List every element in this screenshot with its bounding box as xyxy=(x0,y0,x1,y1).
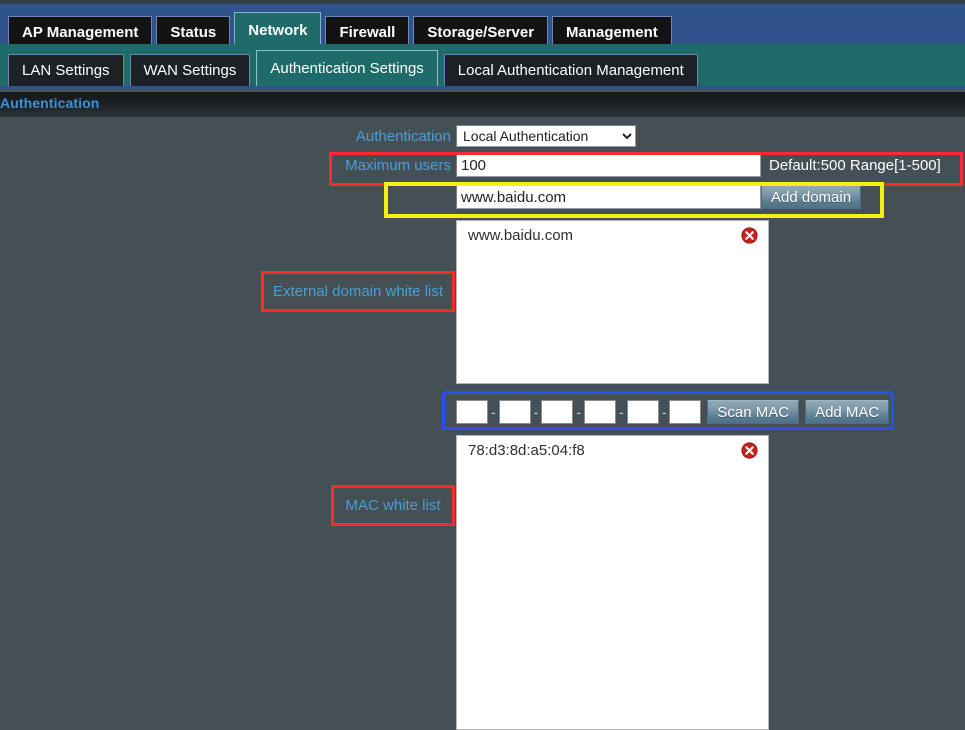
list-item[interactable]: www.baidu.com xyxy=(457,221,768,250)
mac-separator: - xyxy=(619,404,624,420)
scan-mac-button[interactable]: Scan MAC xyxy=(707,400,800,424)
external-domain-white-list-panel: www.baidu.com xyxy=(456,220,769,384)
mac-octet-3[interactable] xyxy=(541,400,574,424)
delete-circle-icon[interactable] xyxy=(741,227,758,244)
authentication-mode-label: Authentication xyxy=(355,127,451,145)
mac-octet-2[interactable] xyxy=(498,400,531,424)
add-mac-button[interactable]: Add MAC xyxy=(805,400,890,424)
add-domain-row: Add domain xyxy=(456,185,862,209)
primary-nav-bar: AP Management Status Network Firewall St… xyxy=(0,0,965,48)
subtab-local-authentication-management[interactable]: Local Authentication Management xyxy=(443,54,698,86)
mac-octet-4[interactable] xyxy=(584,400,617,424)
form-body: Authentication Local Authentication Maxi… xyxy=(0,117,965,730)
maximum-users-hint: Default:500 Range[1-500] xyxy=(769,156,941,174)
authentication-settings-page: AP Management Status Network Firewall St… xyxy=(0,0,965,730)
mac-separator: - xyxy=(491,404,496,420)
add-domain-button[interactable]: Add domain xyxy=(761,185,862,209)
authentication-mode-select[interactable]: Local Authentication xyxy=(456,125,636,147)
page-title-bar: Authentication xyxy=(0,92,965,117)
secondary-nav-bar: LAN Settings WAN Settings Authentication… xyxy=(0,44,965,89)
maximum-users-label: Maximum users xyxy=(345,156,451,174)
mac-separator: - xyxy=(576,404,582,420)
add-mac-row: - - - - - Scan MAC Add MAC xyxy=(456,400,890,424)
annotation-label-external-domain-white-list: External domain white list xyxy=(261,271,455,312)
delete-circle-icon[interactable] xyxy=(741,442,758,459)
mac-octet-6[interactable] xyxy=(669,400,702,424)
mac-separator: - xyxy=(533,404,539,420)
mac-white-list-panel: 78:d3:8d:a5:04:f8 xyxy=(456,435,769,730)
mac-octet-1[interactable] xyxy=(456,400,488,424)
page-title: Authentication xyxy=(0,95,100,111)
maximum-users-row: Maximum users Default:500 Range[1-500] xyxy=(340,153,941,177)
tab-network[interactable]: Network xyxy=(234,12,322,48)
authentication-mode-row: Authentication Local Authentication xyxy=(351,125,636,147)
list-item[interactable]: 78:d3:8d:a5:04:f8 xyxy=(457,436,768,465)
subtab-wan-settings[interactable]: WAN Settings xyxy=(129,54,251,86)
subtab-lan-settings[interactable]: LAN Settings xyxy=(8,54,124,86)
mac-octet-5[interactable] xyxy=(626,400,659,424)
subtab-authentication-settings[interactable]: Authentication Settings xyxy=(256,50,438,86)
mac-separator: - xyxy=(661,404,667,420)
domain-white-list-value: www.baidu.com xyxy=(468,227,574,244)
annotation-label-mac-white-list: MAC white list xyxy=(331,485,455,526)
mac-white-list-value: 78:d3:8d:a5:04:f8 xyxy=(468,442,585,459)
domain-input[interactable] xyxy=(456,185,761,209)
maximum-users-input[interactable] xyxy=(456,153,761,177)
